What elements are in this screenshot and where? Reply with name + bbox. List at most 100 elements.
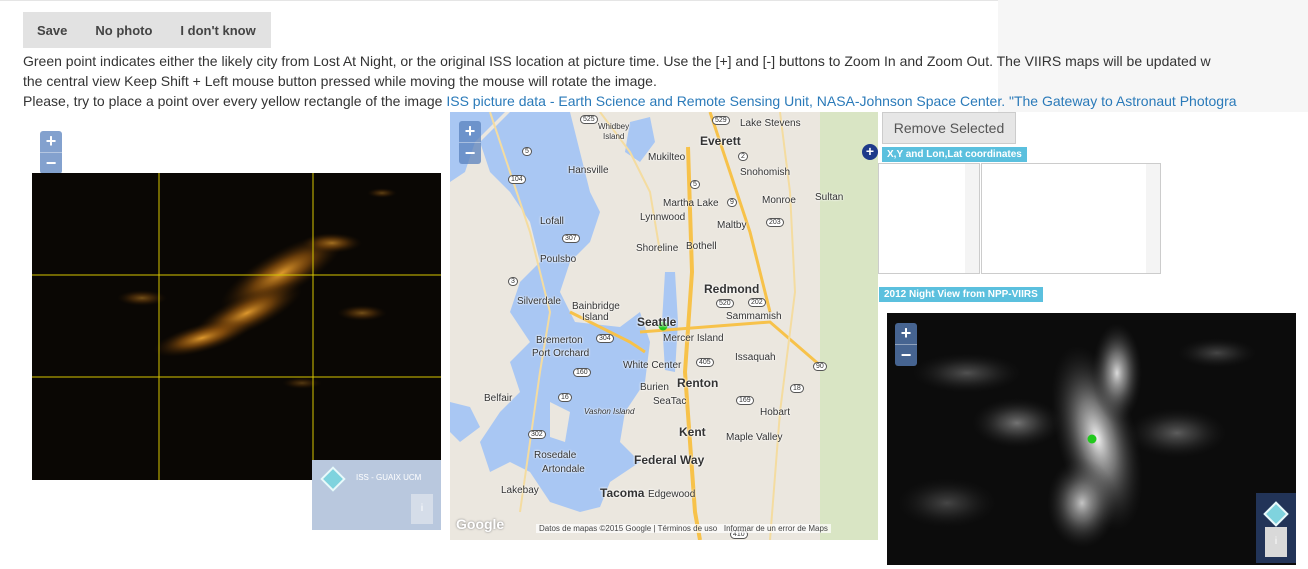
viirs-night-view[interactable]: [887, 313, 1296, 565]
lonlat-list-scrollbar[interactable]: [1146, 164, 1160, 273]
route-shield: 104: [508, 175, 526, 184]
map-place-everett: Everett: [700, 134, 741, 148]
map-place-poulsbo: Poulsbo: [540, 254, 577, 265]
iss-zoom-out-button[interactable]: −: [40, 152, 62, 174]
map-place-burien: Burien: [640, 382, 669, 393]
map-report-link[interactable]: Informar de un error de Maps: [724, 524, 828, 533]
route-shield: 9: [727, 198, 737, 207]
map-place-bothell: Bothell: [686, 241, 717, 252]
map-place-port-orchard: Port Orchard: [532, 348, 590, 359]
viirs-tag: 2012 Night View from NPP-VIIRS: [879, 287, 1043, 302]
map-place-maple-valley: Maple Valley: [726, 432, 783, 443]
map-place-edgewood: Edgewood: [648, 489, 696, 500]
map-place-whidbey-island: Island: [603, 132, 625, 141]
route-shield: 203: [766, 218, 784, 227]
map-place-sultan: Sultan: [815, 192, 844, 203]
map-footer: Datos de mapas ©2015 Google | Términos d…: [536, 524, 831, 533]
route-shield: 169: [736, 396, 754, 405]
google-logo: Google: [456, 516, 505, 532]
xy-list-scrollbar[interactable]: [965, 164, 979, 273]
map-place-issaquah: Issaquah: [735, 352, 776, 363]
route-shield: 3: [508, 277, 518, 286]
map-place-snohomish: Snohomish: [740, 167, 791, 178]
map-place-lake-stevens: Lake Stevens: [740, 118, 801, 129]
map-place-monroe: Monroe: [762, 195, 796, 206]
map-place-mukilteo: Mukilteo: [648, 152, 686, 163]
google-map[interactable]: Everett Mukilteo Snohomish Whidbey Islan…: [450, 112, 878, 540]
xy-coordinates-list[interactable]: [878, 163, 980, 274]
viirs-zoom-out-button[interactable]: −: [895, 344, 917, 366]
viirs-zoom-control: + −: [895, 323, 917, 366]
map-place-martha-lake: Martha Lake: [663, 198, 719, 209]
no-photo-button[interactable]: No photo: [81, 12, 166, 48]
viirs-canvas: [897, 323, 1257, 548]
iss-attribution: ISS - GUAIX UCM i: [312, 460, 441, 530]
map-place-lofall: Lofall: [540, 216, 564, 227]
iss-info-button[interactable]: i: [411, 494, 433, 524]
route-shield: 18: [790, 384, 804, 393]
map-place-shoreline: Shoreline: [636, 243, 679, 254]
map-place-mercer-island: Mercer Island: [663, 333, 724, 344]
route-shield: 5: [690, 180, 700, 189]
add-point-button[interactable]: +: [862, 144, 878, 160]
route-shield: 307: [562, 234, 580, 243]
layer-switcher-icon[interactable]: [320, 466, 346, 492]
viirs-info-button[interactable]: i: [1265, 527, 1287, 557]
dont-know-button[interactable]: I don't know: [166, 12, 269, 48]
instructions-prefix: Please, try to place a point over every …: [23, 93, 447, 109]
map-place-vashon: Vashon Island: [584, 407, 635, 416]
save-button[interactable]: Save: [23, 12, 81, 48]
map-place-belfair: Belfair: [484, 393, 513, 404]
route-shield: 202: [748, 298, 766, 307]
map-place-lakebay: Lakebay: [501, 485, 539, 496]
map-zoom-out-button[interactable]: −: [459, 142, 481, 164]
viirs-location-marker: [1087, 434, 1097, 444]
map-place-tacoma: Tacoma: [600, 486, 645, 500]
route-shield: 160: [573, 368, 591, 377]
route-shield: 16: [558, 393, 572, 402]
map-zoom-control: + −: [459, 121, 481, 164]
map-place-bainbridge-island: Island: [582, 312, 609, 323]
map-place-rosedale: Rosedale: [534, 450, 577, 461]
route-shield: 302: [528, 430, 546, 439]
coordinates-tag: X,Y and Lon,Lat coordinates: [882, 147, 1027, 162]
route-shield: 304: [596, 334, 614, 343]
instructions-line-2: the central view Keep Shift + Left mouse…: [23, 73, 657, 89]
map-place-kent: Kent: [679, 425, 706, 439]
iss-attribution-label: ISS - GUAIX UCM: [356, 473, 422, 482]
gateway-link[interactable]: "The Gateway to Astronaut Photogra: [1009, 93, 1237, 109]
iss-zoom-control: + −: [40, 131, 62, 174]
route-shield: 5: [522, 147, 532, 156]
map-place-redmond: Redmond: [704, 282, 760, 296]
map-place-sammamish: Sammamish: [726, 311, 782, 322]
iss-photo-canvas: [32, 173, 441, 480]
map-data-credit: Datos de mapas ©2015 Google: [539, 524, 652, 533]
map-place-whidbey: Whidbey: [598, 122, 630, 131]
map-place-lynnwood: Lynnwood: [640, 212, 686, 223]
map-place-renton: Renton: [677, 376, 719, 390]
map-terms-link[interactable]: Términos de uso: [658, 524, 718, 533]
iss-zoom-in-button[interactable]: +: [40, 131, 62, 152]
action-toolbar: Save No photo I don't know: [23, 12, 271, 48]
viirs-zoom-in-button[interactable]: +: [895, 323, 917, 344]
map-place-bremerton: Bremerton: [536, 335, 583, 346]
route-shield: 529: [712, 116, 730, 125]
lonlat-coordinates-list[interactable]: [981, 163, 1161, 274]
map-place-seatac: SeaTac: [653, 396, 687, 407]
instructions-line-3: Please, try to place a point over every …: [23, 91, 1237, 111]
route-shield: 405: [696, 358, 714, 367]
info-icon: i: [420, 503, 424, 514]
map-place-white-center: White Center: [623, 360, 682, 371]
map-place-federal-way: Federal Way: [634, 453, 705, 467]
map-place-bainbridge: Bainbridge: [572, 301, 620, 312]
map-place-seattle: Seattle: [637, 315, 677, 329]
map-zoom-in-button[interactable]: +: [459, 121, 481, 142]
iss-picture-data-link[interactable]: ISS picture data - Earth Science and Rem…: [446, 93, 1005, 109]
route-shield: 520: [716, 299, 734, 308]
remove-selected-button[interactable]: Remove Selected: [882, 112, 1016, 144]
iss-night-photo[interactable]: [32, 173, 441, 480]
viirs-layer-switcher-icon[interactable]: [1263, 501, 1289, 527]
instructions-line-1: Green point indicates either the likely …: [23, 53, 1211, 69]
route-shield: 90: [813, 362, 827, 371]
map-place-artondale: Artondale: [542, 464, 585, 475]
